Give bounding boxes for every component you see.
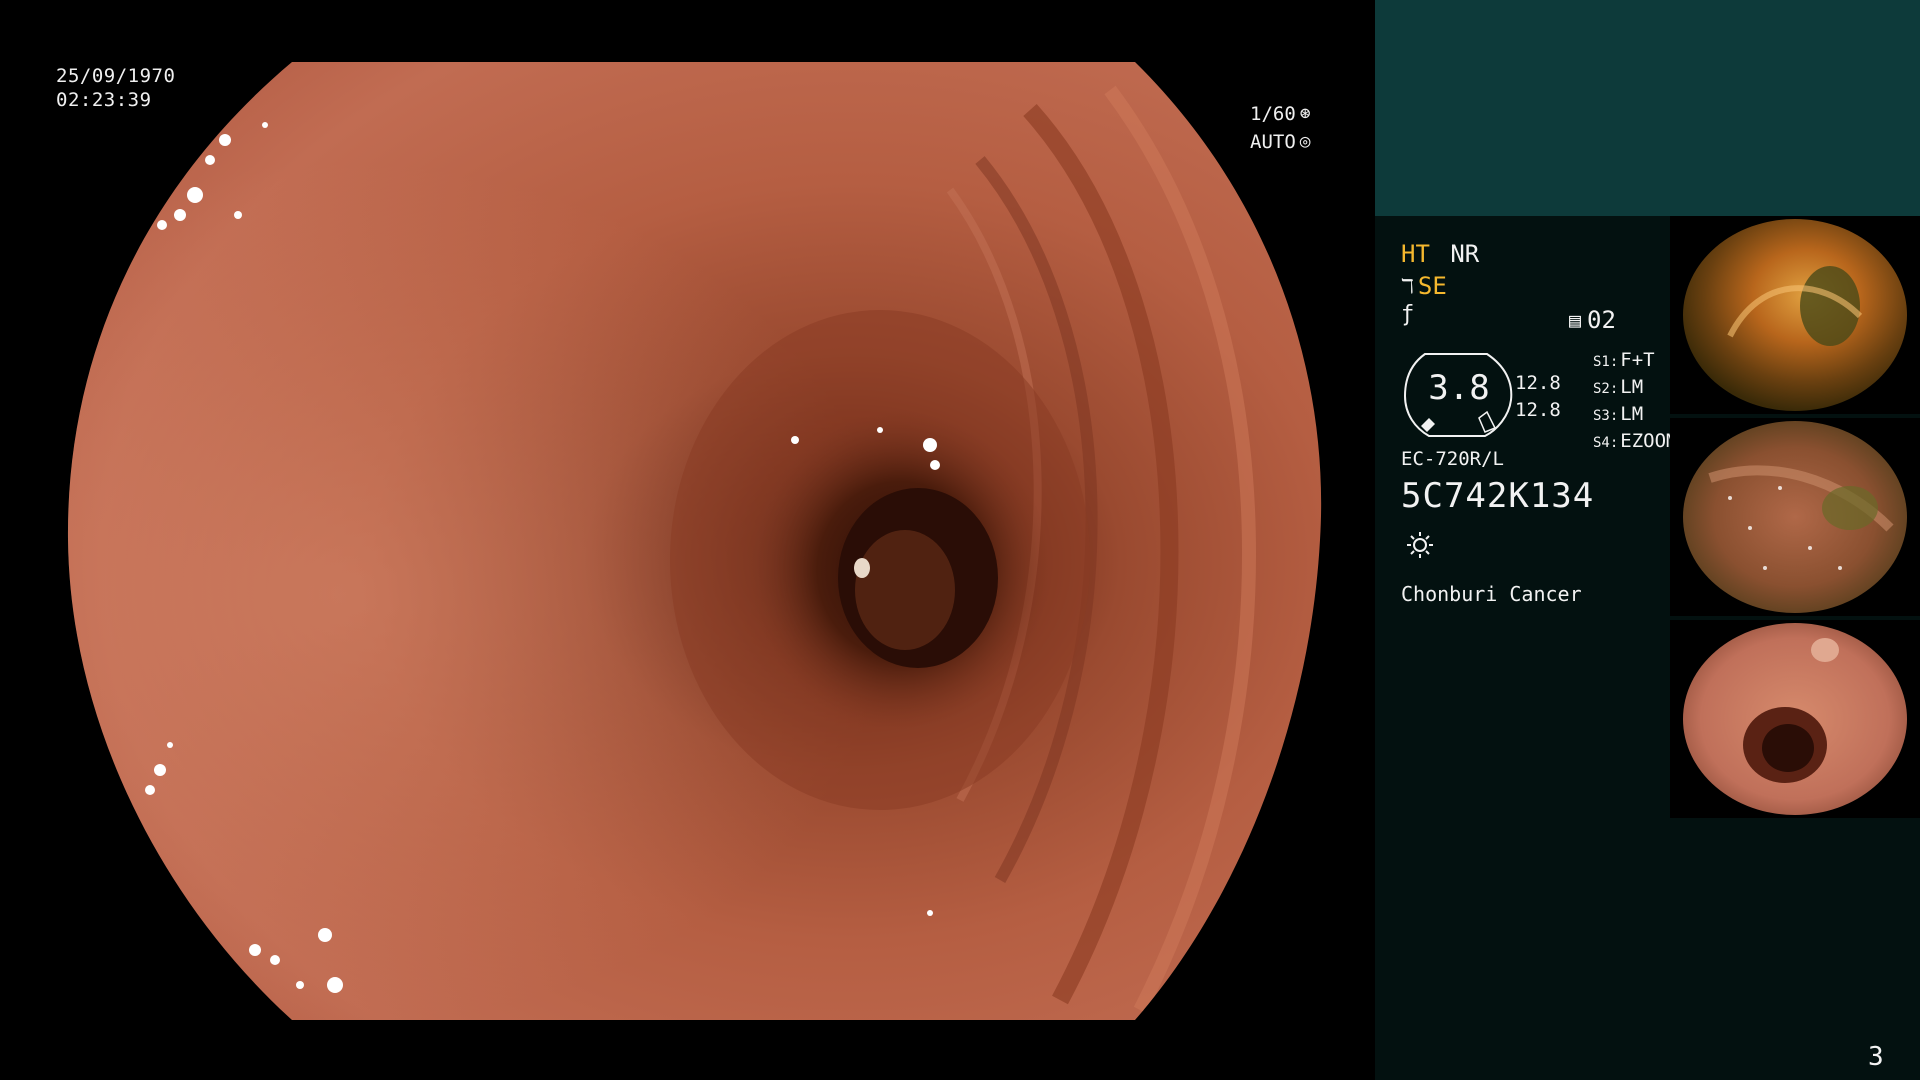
image-mode-row: HT NR bbox=[1401, 240, 1479, 268]
mode-nr: NR bbox=[1450, 240, 1480, 268]
structure-enhance-row: ℸ SE bbox=[1401, 272, 1447, 300]
mode-ht: HT bbox=[1401, 240, 1430, 268]
thumbnail-3[interactable] bbox=[1670, 620, 1920, 818]
page-number: 3 bbox=[1868, 1042, 1884, 1072]
iris-mode: AUTO bbox=[1250, 131, 1296, 153]
scope-switches: S1: F+T S2: LM S3: LM S4: EZOOM bbox=[1593, 348, 1678, 456]
date-time-display: 25/09/1970 02:23:39 bbox=[56, 64, 175, 112]
thumbnail-1[interactable] bbox=[1670, 216, 1920, 414]
captured-thumbnails bbox=[1670, 216, 1920, 822]
time-text: 02:23:39 bbox=[56, 89, 152, 111]
scope-model: EC-720R/L bbox=[1401, 448, 1504, 470]
exposure-settings: 1/60 ⊛ AUTO ◎ bbox=[1250, 100, 1311, 156]
f-symbol: ƒ bbox=[1401, 302, 1415, 327]
panel-header-block bbox=[1375, 0, 1920, 216]
enhance-icon: ℸ bbox=[1401, 274, 1414, 298]
thumbnail-image bbox=[1683, 219, 1907, 411]
endoscopic-image bbox=[67, 62, 1322, 1020]
switch-row: S1: F+T bbox=[1593, 349, 1655, 371]
thumbnail-image bbox=[1683, 623, 1907, 815]
level-value-bottom: 12.8 bbox=[1515, 399, 1561, 421]
iris-icon: ◎ bbox=[1299, 131, 1311, 152]
endoscopy-screen: 25/09/1970 02:23:39 1/60 ⊛ AUTO ◎ HT NR … bbox=[0, 0, 1920, 1080]
memo-number: 02 bbox=[1587, 306, 1616, 334]
memo-row: ▤ 02 bbox=[1569, 306, 1616, 334]
hospital-name: Chonburi Cancer bbox=[1401, 582, 1582, 606]
date-text: 25/09/1970 bbox=[56, 65, 176, 87]
info-panel: HT NR ℸ SE ƒ ▤ 02 3.8 12.8 12.8 S1: F+T … bbox=[1375, 0, 1920, 1080]
memo-icon: ▤ bbox=[1569, 308, 1582, 332]
switch-row: S2: LM bbox=[1593, 376, 1644, 398]
thumbnail-2[interactable] bbox=[1670, 418, 1920, 616]
thumbnail-image bbox=[1683, 421, 1907, 613]
gauge-value: 3.8 bbox=[1428, 368, 1490, 408]
main-endoscopic-view: 25/09/1970 02:23:39 1/60 ⊛ AUTO ◎ bbox=[0, 0, 1375, 1080]
gain-gauge: 3.8 bbox=[1401, 348, 1517, 440]
level-value-top: 12.8 bbox=[1515, 372, 1561, 394]
level-values: 12.8 12.8 bbox=[1515, 370, 1561, 424]
mode-se: SE bbox=[1417, 272, 1447, 300]
shutter-speed: 1/60 bbox=[1250, 103, 1296, 125]
light-source-icon bbox=[1407, 532, 1433, 558]
shutter-icon: ⊛ bbox=[1299, 103, 1311, 124]
switch-row: S3: LM bbox=[1593, 403, 1644, 425]
switch-row: S4: EZOOM bbox=[1593, 430, 1678, 452]
scope-serial: 5C742K134 bbox=[1401, 476, 1595, 516]
